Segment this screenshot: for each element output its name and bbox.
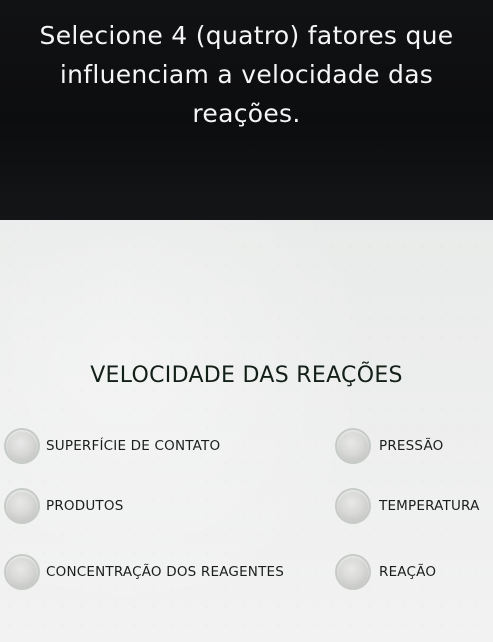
options-grid: SUPERFÍCIE DE CONTATO PRESSÃO PRODUTOS T… xyxy=(0,416,493,606)
option-label: PRODUTOS xyxy=(46,498,124,514)
radio-button[interactable] xyxy=(4,488,40,524)
option-superficie-de-contato[interactable]: SUPERFÍCIE DE CONTATO xyxy=(4,428,220,464)
question-header: Selecione 4 (quatro) fatores que influen… xyxy=(0,0,493,220)
option-label: CONCENTRAÇÃO DOS REAGENTES xyxy=(46,564,285,580)
radio-button[interactable] xyxy=(4,554,40,590)
option-label: TEMPERATURA xyxy=(379,498,480,514)
section-title: VELOCIDADE DAS REAÇÕES xyxy=(90,363,403,388)
radio-button[interactable] xyxy=(335,428,371,464)
radio-button[interactable] xyxy=(335,554,371,590)
option-produtos[interactable]: PRODUTOS xyxy=(4,488,123,524)
option-temperatura[interactable]: TEMPERATURA xyxy=(335,488,480,524)
option-label: PRESSÃO xyxy=(379,438,444,454)
option-label: SUPERFÍCIE DE CONTATO xyxy=(46,438,221,454)
option-concentracao-dos-reagentes[interactable]: CONCENTRAÇÃO DOS REAGENTES xyxy=(4,554,284,590)
option-reacao[interactable]: REAÇÃO xyxy=(335,554,436,590)
radio-button[interactable] xyxy=(335,488,371,524)
quiz-content: VELOCIDADE DAS REAÇÕES SUPERFÍCIE DE CON… xyxy=(0,220,493,642)
option-pressao[interactable]: PRESSÃO xyxy=(335,428,443,464)
radio-button[interactable] xyxy=(4,428,40,464)
question-text: Selecione 4 (quatro) fatores que influen… xyxy=(39,21,454,128)
option-label: REAÇÃO xyxy=(379,564,437,580)
